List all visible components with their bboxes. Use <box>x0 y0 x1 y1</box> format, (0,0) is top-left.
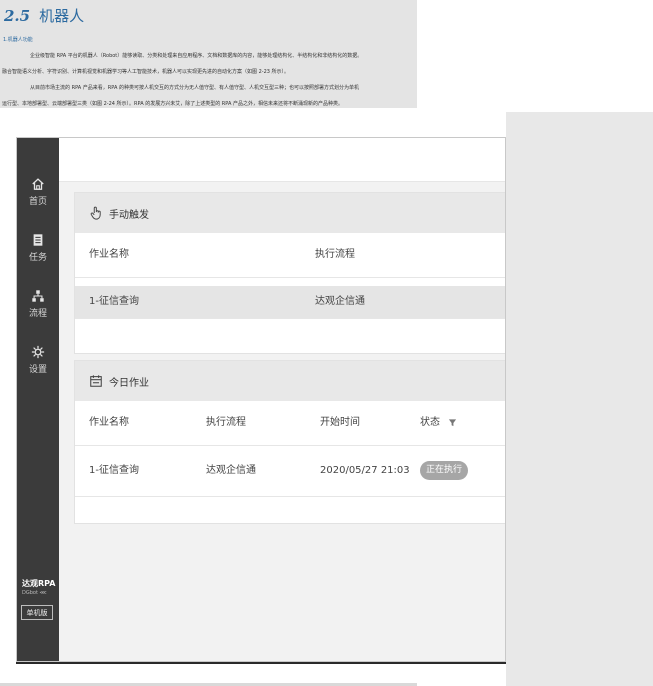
table-header-row: 作业名称 执行流程 开始时间 状态 <box>75 401 505 446</box>
sidebar-item-home[interactable]: 首页 <box>17 176 59 207</box>
flow-cell: 达观企信通 <box>315 296 365 307</box>
rpa-app-window: 首页 任务 流程 设置 达观RPA DGbot ⋘ 单机版 手动触发 作业名称 … <box>16 137 506 662</box>
today-jobs-card: 今日作业 作业名称 执行流程 开始时间 状态 1-征信查询 达观企信通 2020… <box>74 360 505 524</box>
sidebar-item-label: 流程 <box>28 309 47 319</box>
brand-subtitle: DGbot ⋘ <box>22 590 47 596</box>
manual-trigger-card: 手动触发 作业名称 执行流程 1-征信查询 达观企信通 <box>74 192 505 354</box>
sidebar-item-label: 首页 <box>28 197 47 207</box>
flow-cell: 达观企信通 <box>206 465 256 476</box>
main-content: 手动触发 作业名称 执行流程 1-征信查询 达观企信通 今日作业 作业名称 执行… <box>59 138 505 661</box>
column-header: 作业名称 <box>89 249 129 260</box>
paragraph-line: 融合智能语义分析、字符识别、计算机视觉和机器学习等人工智能技术，机器人可以实现更… <box>2 69 290 75</box>
table-row[interactable]: 1-征信查询 达观企信通 2020/05/27 21:03 正在执行 <box>75 446 505 497</box>
paragraph-line: 运行型、本地部署型、云端部署型三类（如图 2-24 所示）。RPA 的发展方兴未… <box>2 101 343 107</box>
card-title: 今日作业 <box>109 377 149 389</box>
sidebar: 首页 任务 流程 设置 达观RPA DGbot ⋘ 单机版 <box>17 138 59 661</box>
column-header: 执行流程 <box>206 417 246 428</box>
column-header-label: 状态 <box>420 417 440 428</box>
right-margin-panel <box>506 112 653 686</box>
document-icon <box>33 234 43 246</box>
section-title: 机器人 <box>39 7 85 25</box>
section-heading: 2.5 机器人 <box>4 5 84 26</box>
job-name-cell: 1-征信查询 <box>89 465 139 476</box>
card-header: 今日作业 <box>75 361 505 401</box>
card-header: 手动触发 <box>75 193 505 233</box>
card-title: 手动触发 <box>109 209 149 221</box>
sidebar-item-label: 设置 <box>28 365 47 375</box>
table-spacer <box>75 319 505 353</box>
hand-pointer-icon <box>90 206 101 220</box>
sidebar-item-label: 任务 <box>28 253 47 263</box>
brand-logo: 达观RPA DGbot ⋘ <box>22 578 55 596</box>
status-column-header: 状态 <box>420 401 457 445</box>
calendar-icon <box>90 375 102 387</box>
paragraph-line: 从目前市场主流的 RPA 产品来看，RPA 的种类可按人机交互的方式分为无人值守… <box>30 85 359 91</box>
column-header: 执行流程 <box>315 249 355 260</box>
status-badge: 正在执行 <box>420 461 469 480</box>
subsection-title: 1.机器人功能 <box>3 37 33 43</box>
flow-icon <box>32 290 44 302</box>
sidebar-item-flow[interactable]: 流程 <box>17 288 59 319</box>
edition-badge: 单机版 <box>21 605 53 620</box>
document-header: 2.5 机器人 1.机器人功能 企业级智能 RPA 平台的机器人（Robot）能… <box>0 0 417 108</box>
top-bar <box>59 138 505 182</box>
column-header: 作业名称 <box>89 417 129 428</box>
window-bottom-border <box>16 662 506 664</box>
table-header-row: 作业名称 执行流程 <box>75 233 505 278</box>
brand-name: 达观RPA <box>22 579 56 588</box>
sidebar-item-tasks[interactable]: 任务 <box>17 232 59 263</box>
start-time-cell: 2020/05/27 21:03 <box>320 465 410 476</box>
filter-icon[interactable] <box>448 418 457 427</box>
gear-icon <box>31 345 45 359</box>
column-header: 开始时间 <box>320 417 360 428</box>
table-spacer <box>75 497 505 523</box>
job-name-cell: 1-征信查询 <box>89 296 139 307</box>
paragraph-line: 企业级智能 RPA 平台的机器人（Robot）能够读取、分类和处理来自应用程序、… <box>30 53 363 59</box>
table-row[interactable]: 1-征信查询 达观企信通 <box>75 286 505 319</box>
sidebar-item-settings[interactable]: 设置 <box>17 344 59 375</box>
section-number: 2.5 <box>4 7 31 25</box>
home-icon <box>32 178 44 190</box>
